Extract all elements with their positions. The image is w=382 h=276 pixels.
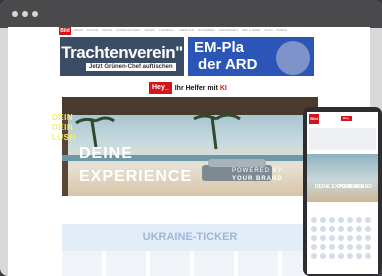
mobile-grid-icon[interactable]: [356, 244, 362, 250]
mobile-grid-icon[interactable]: [338, 226, 344, 232]
mobile-ad-banner[interactable]: DEINE EXPERIENCE YOUR BRAND: [307, 154, 378, 202]
mobile-grid-icon[interactable]: [311, 253, 317, 259]
mobile-grid-icon[interactable]: [320, 244, 326, 250]
mobile-grid-icon[interactable]: [365, 217, 371, 223]
ad-banner-experience[interactable]: DEINE EXPERIENCE POWERED BY YOUR BRAND: [62, 97, 318, 196]
mobile-grid-icon[interactable]: [365, 226, 371, 232]
mobile-grid-icon[interactable]: [311, 235, 317, 241]
nav-item[interactable]: POLITIK: [87, 28, 99, 32]
mobile-grid-icon[interactable]: [329, 217, 335, 223]
teaser-em-photo: [276, 41, 310, 75]
mobile-grid-icon[interactable]: [329, 253, 335, 259]
browser-window: Bild NEWS POLITIK REGIO UNTERHALTUNG SPORT FU…: [0, 0, 382, 276]
mobile-hey-badge[interactable]: Hey_: [341, 116, 353, 121]
mobile-grid-icon[interactable]: [365, 253, 371, 259]
mobile-teaser[interactable]: [309, 128, 376, 150]
ticker-teasers: [62, 251, 318, 276]
mobile-bild-logo[interactable]: Bild: [309, 114, 319, 124]
mobile-grid-icon[interactable]: [311, 244, 317, 250]
mobile-banner-right: YOUR BRAND: [338, 184, 372, 190]
nav-item[interactable]: RATGEBER: [198, 28, 214, 32]
nav-item[interactable]: AUTO: [264, 28, 272, 32]
mobile-grid-icon[interactable]: [329, 235, 335, 241]
banner-powered-by: POWERED BY YOUR BRAND: [232, 168, 283, 182]
mobile-grid-icon[interactable]: [338, 253, 344, 259]
mobile-grid-icon[interactable]: [347, 226, 353, 232]
nav-item[interactable]: FUSSBALL: [159, 28, 174, 32]
nav-item[interactable]: SPIELE: [277, 28, 288, 32]
bild-logo[interactable]: Bild: [59, 27, 71, 35]
mobile-grid-icon[interactable]: [347, 235, 353, 241]
hey-assistant-bar[interactable]: Hey_ Ihr Helfer mit KI: [149, 82, 227, 94]
ukraine-ticker[interactable]: UKRAINE-TICKER: [62, 224, 318, 251]
browser-titlebar: [0, 0, 382, 28]
teaser-trachtenverein[interactable]: Trachtenverein" Jetzt Grünen-Chef auftis…: [60, 37, 184, 76]
hey-badge: Hey_: [149, 82, 172, 94]
mobile-grid-icon[interactable]: [356, 253, 362, 259]
window-dot-1[interactable]: [12, 11, 18, 17]
banner-headline-1: DEINE: [79, 145, 133, 162]
teaser-subline: Jetzt Grünen-Chef auftischen: [86, 63, 176, 71]
top-navigation: NEWS POLITIK REGIO UNTERHALTUNG SPORT FUSSBAL…: [74, 28, 287, 32]
mobile-grid-icon[interactable]: [356, 235, 362, 241]
teaser-em-plan[interactable]: EM-Pla der ARD: [188, 37, 314, 76]
nav-item[interactable]: UNTERHALTUNG: [116, 28, 140, 32]
mobile-grid-icon[interactable]: [311, 226, 317, 232]
nav-item[interactable]: SPORT: [145, 28, 155, 32]
mobile-screen: Bild Hey_ DEINE EXPERIENCE YOUR BRAND: [307, 112, 378, 274]
mobile-device-frame: Bild Hey_ DEINE EXPERIENCE YOUR BRAND: [303, 107, 382, 276]
teaser-headline: Trachtenverein": [61, 43, 183, 62]
nav-item[interactable]: LIFESTYLE: [178, 28, 194, 32]
mobile-grid-icon[interactable]: [365, 244, 371, 250]
mobile-grid-icon[interactable]: [320, 226, 326, 232]
mobile-grid-icon[interactable]: [311, 217, 317, 223]
mobile-grid-icon[interactable]: [338, 244, 344, 250]
nav-item[interactable]: REGIO: [103, 28, 113, 32]
mobile-grid-icon[interactable]: [347, 244, 353, 250]
mobile-grid-icon[interactable]: [338, 217, 344, 223]
mobile-grid-icon[interactable]: [329, 226, 335, 232]
nav-item[interactable]: NEWS: [74, 28, 83, 32]
mobile-icon-grid: [309, 215, 376, 265]
banner-headline-2: EXPERIENCE: [79, 168, 193, 185]
hey-text: Ihr Helfer mit KI: [174, 84, 227, 92]
teaser-em-headline-2: der ARD: [198, 56, 258, 73]
mobile-grid-icon[interactable]: [320, 217, 326, 223]
mobile-grid-icon[interactable]: [347, 253, 353, 259]
mobile-grid-icon[interactable]: [320, 235, 326, 241]
mobile-grid-icon[interactable]: [356, 217, 362, 223]
window-dot-3[interactable]: [32, 11, 38, 17]
teaser-em-headline-1: EM-Pla: [194, 39, 245, 56]
mobile-grid-icon[interactable]: [365, 235, 371, 241]
mobile-grid-icon[interactable]: [347, 217, 353, 223]
nav-item[interactable]: SEX & LIEBE: [242, 28, 260, 32]
mobile-grid-icon[interactable]: [329, 244, 335, 250]
mobile-grid-icon[interactable]: [356, 226, 362, 232]
window-dot-2[interactable]: [22, 11, 28, 17]
nav-item[interactable]: GESUNDHEIT: [218, 28, 238, 32]
mobile-grid-icon[interactable]: [320, 253, 326, 259]
promo-claim: DEIN DEIN LUSH: [52, 113, 76, 142]
mobile-grid-icon[interactable]: [338, 235, 344, 241]
